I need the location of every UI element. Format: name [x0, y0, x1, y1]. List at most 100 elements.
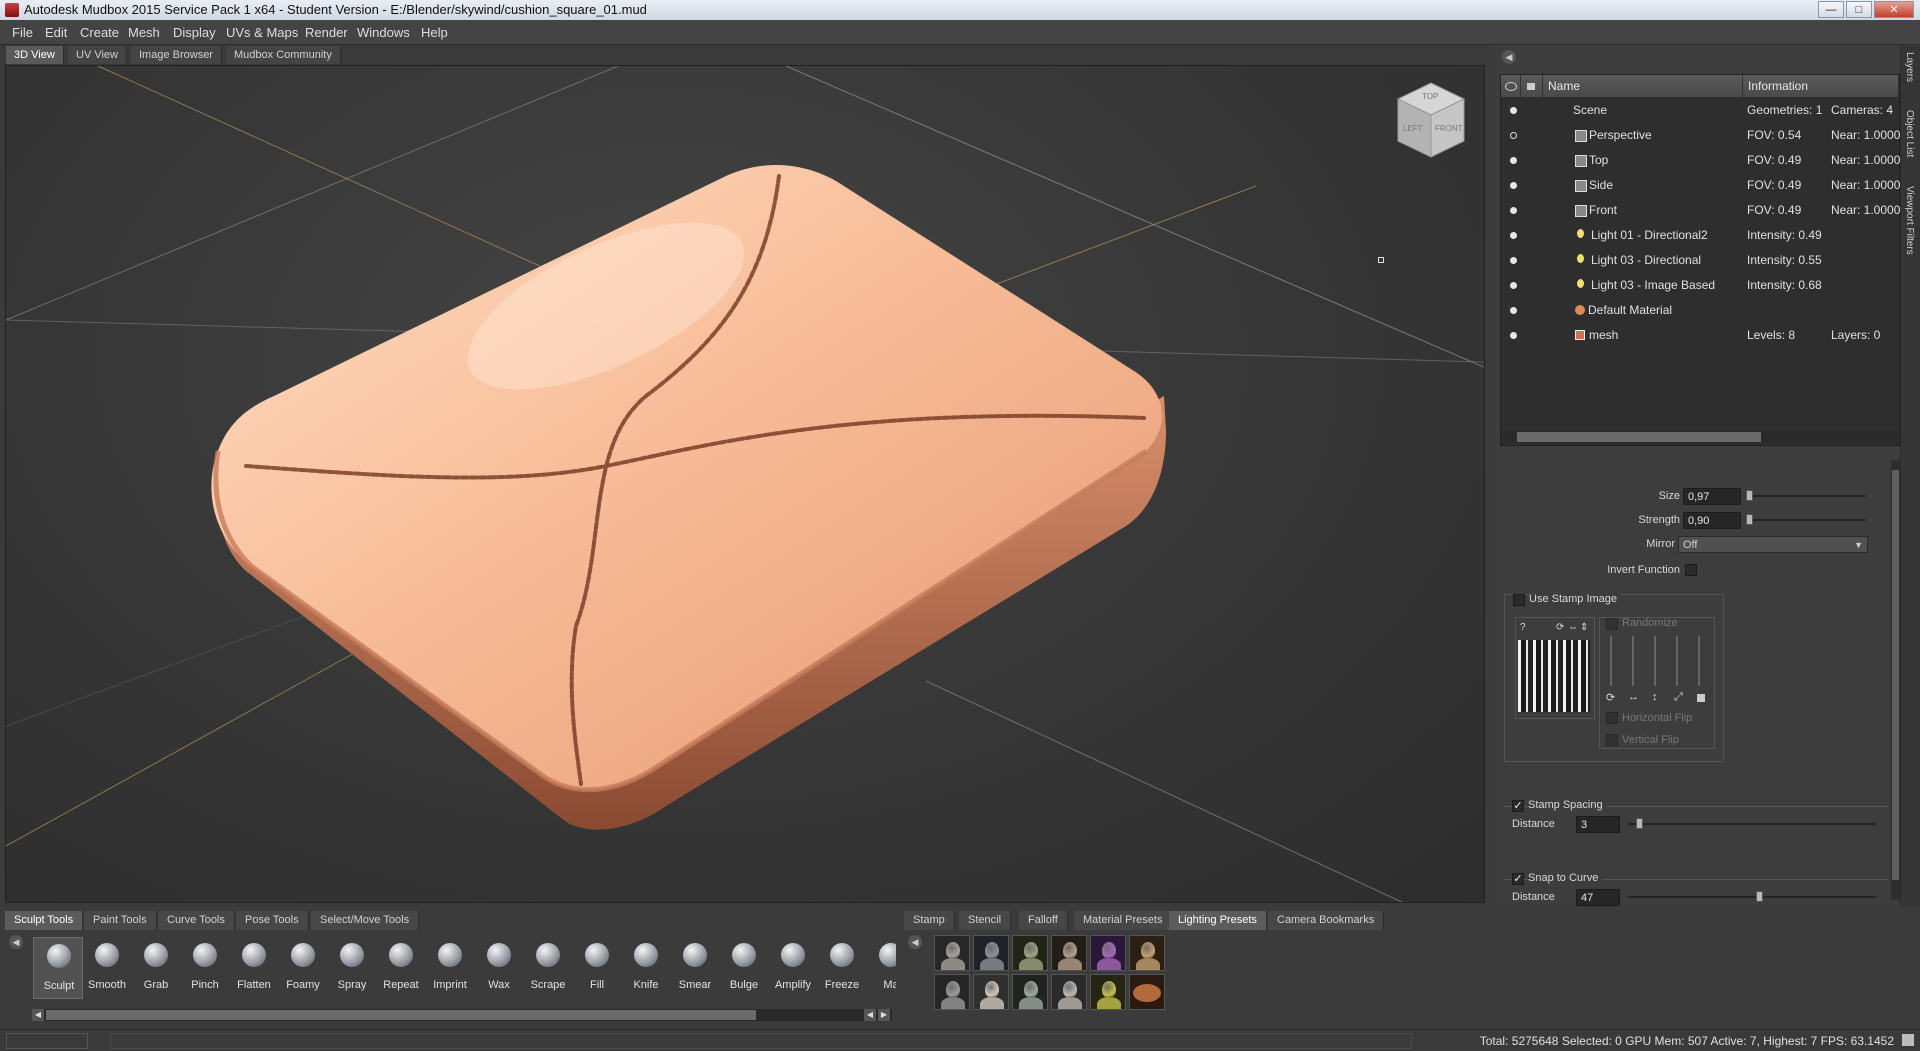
- rotate-icon[interactable]: ⟳: [1556, 622, 1564, 633]
- strength-slider[interactable]: [1746, 519, 1866, 521]
- tray-collapse-icon[interactable]: ◀: [9, 935, 23, 949]
- list-item-side[interactable]: Side FOV: 0.49 Near: 1.0000: [1501, 173, 1900, 198]
- lighting-preset-thumbnail[interactable]: [973, 935, 1009, 971]
- tool-freeze[interactable]: Freeze: [817, 937, 867, 999]
- side-tab-object-list[interactable]: Object List: [1904, 110, 1915, 157]
- stamp-preview-image[interactable]: [1518, 640, 1590, 712]
- scrollbar-thumb[interactable]: [46, 1010, 756, 1020]
- use-stamp-image-checkbox[interactable]: [1513, 594, 1525, 606]
- list-item-light-01[interactable]: Light 01 - Directional2 Intensity: 0.49: [1501, 223, 1899, 248]
- tool-tray-hscrollbar[interactable]: ◀ ◀ ▶: [32, 1009, 892, 1021]
- maximize-button[interactable]: □: [1846, 1, 1872, 18]
- scroll-left-icon-2[interactable]: ◀: [864, 1009, 876, 1021]
- visibility-dot[interactable]: [1510, 282, 1517, 289]
- size-slider-knob[interactable]: [1746, 490, 1753, 501]
- close-button[interactable]: ✕: [1874, 1, 1914, 18]
- tab-camera-bookmarks[interactable]: Camera Bookmarks: [1268, 911, 1385, 930]
- visibility-dot[interactable]: [1510, 332, 1517, 339]
- properties-vscrollbar[interactable]: [1891, 460, 1900, 900]
- stamp-spacing-checkbox[interactable]: ✓: [1512, 800, 1524, 812]
- spacing-distance-field[interactable]: 3: [1576, 816, 1620, 833]
- lighting-preset-thumbnail[interactable]: [1090, 974, 1126, 1010]
- vertical-flip-checkbox[interactable]: [1606, 734, 1618, 746]
- mirror-dropdown[interactable]: Off ▼: [1678, 536, 1868, 553]
- visibility-dot[interactable]: [1510, 182, 1517, 189]
- strength-field[interactable]: 0,90: [1683, 512, 1741, 529]
- random-scale-icon[interactable]: ⤢: [1674, 691, 1683, 704]
- lighting-preset-thumbnail[interactable]: [1051, 974, 1087, 1010]
- menu-render[interactable]: Render: [305, 25, 348, 40]
- tab-stencil[interactable]: Stencil: [959, 911, 1012, 930]
- random-strength-icon[interactable]: [1697, 694, 1705, 702]
- tab-image-browser[interactable]: Image Browser: [131, 46, 222, 64]
- horizontal-flip-checkbox[interactable]: [1606, 712, 1618, 724]
- name-column-header[interactable]: Name: [1543, 75, 1743, 97]
- random-slider-1[interactable]: [1610, 636, 1612, 686]
- menu-file[interactable]: File: [12, 25, 33, 40]
- flip-h-icon[interactable]: ⇔: [1568, 622, 1578, 633]
- list-item-front[interactable]: Front FOV: 0.49 Near: 1.0000: [1501, 198, 1900, 223]
- scroll-left-icon[interactable]: ◀: [32, 1009, 44, 1021]
- menu-windows[interactable]: Windows: [357, 25, 410, 40]
- tab-lighting-presets[interactable]: Lighting Presets: [1169, 911, 1267, 930]
- help-icon[interactable]: ?: [1520, 622, 1526, 633]
- tab-sculpt-tools[interactable]: Sculpt Tools: [5, 911, 84, 930]
- randomize-checkbox[interactable]: [1606, 618, 1618, 630]
- random-move-h-icon[interactable]: ↔: [1628, 691, 1639, 703]
- lighting-preset-thumbnail[interactable]: [1090, 935, 1126, 971]
- random-slider-3[interactable]: [1654, 636, 1656, 686]
- lighting-preset-thumbnail[interactable]: [1051, 935, 1087, 971]
- tab-3d-view[interactable]: 3D View: [6, 46, 64, 64]
- lighting-preset-thumbnail[interactable]: [1012, 935, 1048, 971]
- scrollbar-thumb[interactable]: [1892, 470, 1899, 880]
- snap-distance-slider[interactable]: [1628, 896, 1876, 898]
- visibility-dot[interactable]: [1510, 132, 1517, 139]
- view-cube[interactable]: TOP LEFT FRONT: [1396, 81, 1466, 161]
- random-slider-4[interactable]: [1676, 636, 1678, 686]
- menu-uvs-maps[interactable]: UVs & Maps: [226, 25, 298, 40]
- tab-curve-tools[interactable]: Curve Tools: [158, 911, 235, 930]
- scrollbar-thumb[interactable]: [1517, 432, 1761, 442]
- strength-slider-knob[interactable]: [1746, 514, 1753, 525]
- visibility-dot[interactable]: [1510, 232, 1517, 239]
- tab-mudbox-community[interactable]: Mudbox Community: [226, 46, 341, 64]
- resize-grip-icon[interactable]: [1902, 1034, 1914, 1046]
- menu-create[interactable]: Create: [80, 25, 119, 40]
- tab-select-move-tools[interactable]: Select/Move Tools: [311, 911, 420, 930]
- information-column-header[interactable]: Information: [1743, 75, 1899, 97]
- lighting-preset-thumbnail[interactable]: [934, 974, 970, 1010]
- random-slider-5[interactable]: [1698, 636, 1700, 686]
- tab-falloff[interactable]: Falloff: [1019, 911, 1068, 930]
- presets-collapse-icon[interactable]: ◀: [908, 935, 922, 949]
- random-rotate-icon[interactable]: ⟳: [1606, 691, 1615, 704]
- random-slider-2[interactable]: [1632, 636, 1634, 686]
- visibility-dot[interactable]: [1510, 257, 1517, 264]
- lighting-preset-thumbnail[interactable]: [934, 935, 970, 971]
- list-item-light-03-directional[interactable]: Light 03 - Directional Intensity: 0.55: [1501, 248, 1899, 273]
- list-item-top[interactable]: Top FOV: 0.49 Near: 1.0000: [1501, 148, 1900, 173]
- lighting-preset-thumbnail[interactable]: [1012, 974, 1048, 1010]
- list-item-default-material[interactable]: Default Material: [1501, 298, 1899, 323]
- spacing-distance-slider-knob[interactable]: [1636, 818, 1643, 829]
- snap-to-curve-checkbox[interactable]: ✓: [1512, 873, 1524, 885]
- menu-edit[interactable]: Edit: [45, 25, 67, 40]
- lighting-preset-thumbnail[interactable]: [1129, 974, 1165, 1010]
- visibility-dot[interactable]: [1510, 207, 1517, 214]
- size-slider[interactable]: [1746, 495, 1866, 497]
- snap-distance-slider-knob[interactable]: [1756, 891, 1763, 902]
- tab-uv-view[interactable]: UV View: [68, 46, 127, 64]
- lighting-preset-thumbnail[interactable]: [1129, 935, 1165, 971]
- flip-v-icon[interactable]: ⇕: [1580, 622, 1588, 633]
- size-field[interactable]: 0,97: [1683, 488, 1741, 505]
- list-item-perspective[interactable]: Perspective FOV: 0.54 Near: 1.0000: [1501, 123, 1900, 148]
- side-tab-viewport-filters[interactable]: Viewport Filters: [1904, 186, 1915, 255]
- visibility-column-header[interactable]: [1501, 75, 1521, 97]
- panel-collapse-icon[interactable]: ◀: [1502, 50, 1516, 64]
- visibility-dot[interactable]: [1510, 107, 1517, 114]
- menu-display[interactable]: Display: [173, 25, 216, 40]
- list-item-mesh[interactable]: mesh Levels: 8 Layers: 0: [1501, 323, 1899, 348]
- invert-function-checkbox[interactable]: [1685, 564, 1697, 576]
- scroll-right-icon[interactable]: ▶: [878, 1009, 890, 1021]
- menu-mesh[interactable]: Mesh: [128, 25, 160, 40]
- stamp-preview-frame[interactable]: ? ⟳ ⇔ ⇕: [1515, 617, 1595, 719]
